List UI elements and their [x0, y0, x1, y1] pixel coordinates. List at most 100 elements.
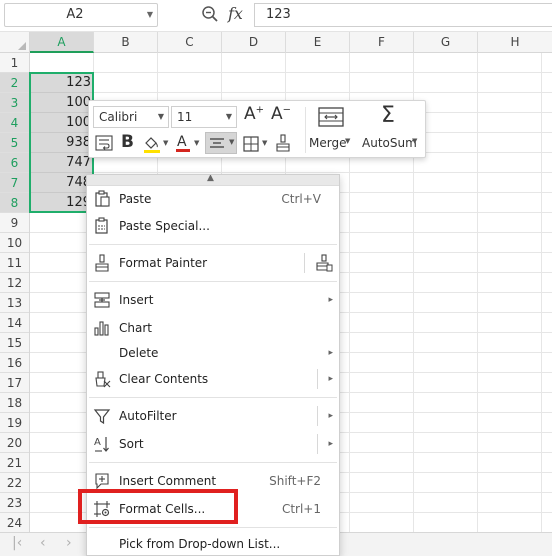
row-header[interactable]: 4	[0, 113, 29, 133]
menu-separator	[89, 281, 337, 282]
formula-input[interactable]: 123	[254, 3, 552, 27]
chevron-up-icon: ▲	[207, 174, 214, 183]
font-size-select[interactable]: 11 ▼	[171, 106, 237, 128]
menu-item-format-painter[interactable]: Format Painter	[87, 250, 339, 276]
chevron-down-icon[interactable]: ▼	[194, 139, 199, 147]
row-header[interactable]: 5	[0, 133, 29, 153]
row-header[interactable]: 16	[0, 353, 29, 373]
row-header[interactable]: 19	[0, 413, 29, 433]
sort-icon: A	[94, 437, 109, 452]
row-header[interactable]: 20	[0, 433, 29, 453]
bold-button[interactable]: B	[121, 132, 134, 152]
chevron-down-icon[interactable]: ▼	[412, 137, 417, 145]
chart-icon	[94, 321, 109, 336]
clear-icon	[95, 371, 111, 388]
autosum-label[interactable]: AutoSum	[362, 136, 417, 150]
font-size-value: 11	[177, 110, 193, 124]
chevron-right-icon[interactable]: ▸	[328, 431, 333, 457]
row-header[interactable]: 10	[0, 233, 29, 253]
font-name-select[interactable]: Calibri ▼	[93, 106, 169, 128]
chevron-down-icon[interactable]: ▼	[147, 4, 153, 26]
fx-icon[interactable]: fx	[228, 4, 243, 23]
menu-item-label: AutoFilter	[119, 409, 177, 423]
menu-item-paste[interactable]: Paste Ctrl+V	[87, 186, 339, 212]
menu-item-shortcut: Ctrl+V	[281, 192, 321, 206]
chevron-right-icon: ▸	[328, 348, 333, 358]
menu-scroll-up[interactable]: ▲	[87, 175, 339, 186]
menu-vertical-separator	[317, 406, 318, 426]
column-header-g[interactable]: G	[414, 32, 478, 53]
menu-item-autofilter[interactable]: AutoFilter ▸	[87, 403, 339, 429]
row-header[interactable]: 2	[0, 73, 29, 93]
mini-toolbar: Calibri ▼ 11 ▼ A+ A− Merge ▼ Σ AutoSum ▼…	[88, 100, 426, 158]
fill-color-icon[interactable]	[142, 134, 162, 154]
format-painter-icon[interactable]	[275, 134, 291, 154]
menu-item-shortcut: Shift+F2	[269, 474, 321, 488]
chevron-right-icon[interactable]: ▸	[328, 366, 333, 392]
format-painter-icon	[95, 254, 109, 272]
row-header[interactable]: 7	[0, 173, 29, 193]
selection-border	[29, 72, 96, 215]
column-header-b[interactable]: B	[94, 32, 158, 53]
column-header-f[interactable]: F	[350, 32, 414, 53]
menu-item-paste-special[interactable]: Paste Special...	[87, 213, 339, 239]
select-all-corner[interactable]	[0, 32, 30, 53]
chevron-down-icon[interactable]: ▼	[345, 137, 350, 145]
row-header[interactable]: 15	[0, 333, 29, 353]
next-sheet-icon[interactable]: ›	[66, 535, 72, 551]
name-box[interactable]: A2 ▼	[4, 3, 158, 27]
column-header-a[interactable]: A	[30, 32, 94, 53]
menu-separator	[89, 462, 337, 463]
row-header[interactable]: 24	[0, 513, 29, 533]
formula-bar: A2 ▼ fx 123	[0, 0, 552, 32]
font-color-icon[interactable]: A	[175, 133, 191, 153]
menu-separator	[89, 397, 337, 398]
merge-label[interactable]: Merge	[309, 136, 346, 150]
chevron-down-icon[interactable]: ▼	[262, 139, 267, 147]
menu-item-label: Sort	[119, 437, 144, 451]
menu-item-clear-contents[interactable]: Clear Contents ▸	[87, 366, 339, 392]
row-header[interactable]: 3	[0, 93, 29, 113]
column-header-h[interactable]: H	[478, 32, 552, 53]
row-header[interactable]: 14	[0, 313, 29, 333]
row-header[interactable]: 22	[0, 473, 29, 493]
paste-icon	[95, 190, 110, 207]
row-header[interactable]: 17	[0, 373, 29, 393]
merge-icon[interactable]	[318, 107, 344, 127]
row-header[interactable]: 13	[0, 293, 29, 313]
autosum-icon[interactable]: Σ	[381, 103, 395, 128]
row-header[interactable]: 1	[0, 53, 29, 73]
menu-item-delete[interactable]: Delete ▸	[87, 340, 339, 366]
chevron-down-icon[interactable]: ▼	[163, 139, 168, 147]
menu-item-sort[interactable]: A Sort ▸	[87, 431, 339, 457]
row-header[interactable]: 6	[0, 153, 29, 173]
menu-item-label: Pick from Drop-down List...	[119, 537, 281, 551]
column-header-d[interactable]: D	[222, 32, 286, 53]
paste-special-icon	[95, 217, 108, 234]
wrap-text-icon[interactable]	[95, 135, 113, 151]
format-painter-lock-icon[interactable]	[315, 254, 333, 272]
increase-font-size-icon[interactable]: A+	[244, 104, 264, 124]
align-center-button[interactable]: ▼	[205, 132, 237, 154]
row-header[interactable]: 18	[0, 393, 29, 413]
row-header[interactable]: 23	[0, 493, 29, 513]
row-header[interactable]: 8	[0, 193, 29, 213]
menu-item-chart[interactable]: Chart	[87, 315, 339, 341]
row-header[interactable]: 21	[0, 453, 29, 473]
prev-sheet-icon[interactable]: ‹	[40, 535, 46, 551]
menu-vertical-separator	[304, 253, 305, 273]
menu-separator	[89, 244, 337, 245]
menu-item-insert[interactable]: Insert ▸	[87, 287, 339, 313]
insert-icon	[94, 292, 110, 308]
chevron-right-icon[interactable]: ▸	[328, 403, 333, 429]
zoom-icon[interactable]	[201, 5, 219, 23]
row-header[interactable]: 9	[0, 213, 29, 233]
decrease-font-size-icon[interactable]: A−	[271, 104, 291, 124]
first-sheet-icon[interactable]: |‹	[12, 535, 22, 551]
row-header[interactable]: 12	[0, 273, 29, 293]
column-header-e[interactable]: E	[286, 32, 350, 53]
column-header-c[interactable]: C	[158, 32, 222, 53]
borders-icon[interactable]	[243, 136, 259, 152]
row-header[interactable]: 11	[0, 253, 29, 273]
menu-item-pick-from-list[interactable]: Pick from Drop-down List...	[87, 531, 339, 555]
